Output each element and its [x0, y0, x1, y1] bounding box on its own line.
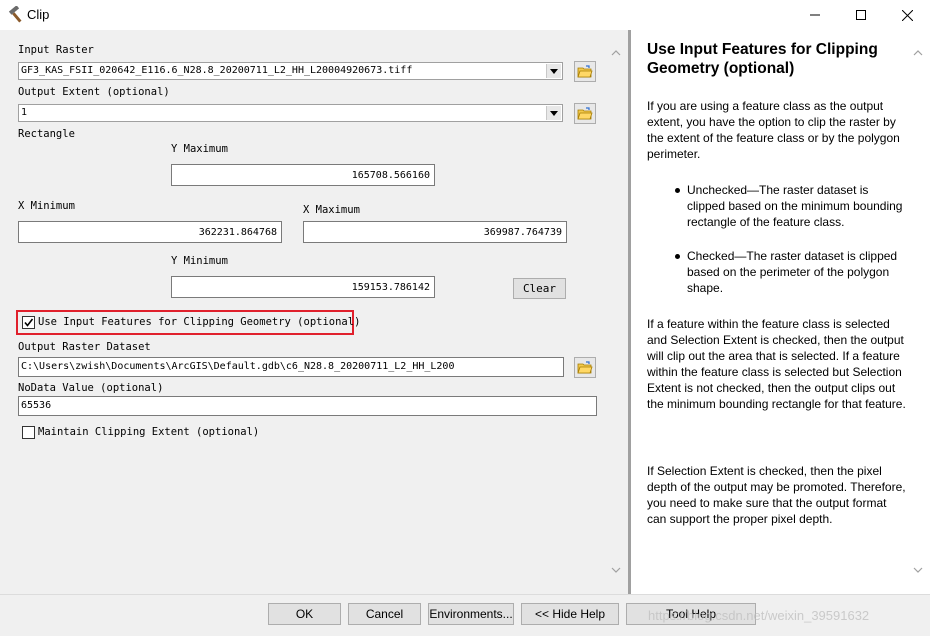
help-bullet-checked: Checked—The raster dataset is clipped ba… — [687, 249, 898, 295]
x-maximum-input[interactable]: 369987.764739 — [303, 221, 567, 243]
output-raster-browse-button[interactable] — [574, 357, 596, 378]
x-maximum-label: X Maximum — [303, 204, 360, 216]
close-icon — [901, 9, 913, 21]
output-extent-label: Output Extent (optional) — [18, 86, 170, 98]
y-maximum-label: Y Maximum — [171, 143, 228, 155]
scroll-up-button[interactable] — [609, 46, 623, 60]
bullet-icon — [675, 188, 680, 193]
help-scroll-down-button[interactable] — [911, 563, 925, 577]
input-raster-combo[interactable]: GF3_KAS_FSII_020642_E116.6_N28.8_2020071… — [18, 62, 563, 80]
help-paragraph-pixel-depth: If Selection Extent is checked, then the… — [647, 464, 906, 526]
y-minimum-input[interactable]: 159153.786142 — [171, 276, 435, 298]
nodata-value: 65536 — [21, 400, 52, 411]
output-raster-label: Output Raster Dataset — [18, 341, 151, 353]
x-maximum-value: 369987.764739 — [483, 227, 562, 238]
rectangle-label: Rectangle — [18, 128, 75, 140]
maximize-button[interactable] — [838, 0, 884, 30]
chevron-up-icon — [913, 50, 923, 56]
folder-open-icon — [577, 360, 593, 373]
input-raster-value: GF3_KAS_FSII_020642_E116.6_N28.8_2020071… — [21, 65, 413, 76]
x-minimum-input[interactable]: 362231.864768 — [18, 221, 282, 243]
help-bullet-unchecked: Unchecked—The raster dataset is clipped … — [687, 183, 903, 229]
help-title: Use Input Features for Clipping Geometry… — [647, 41, 878, 77]
minimize-icon — [810, 14, 820, 16]
help-intro: If you are using a feature class as the … — [647, 99, 900, 161]
checkmark-icon — [24, 318, 34, 327]
help-pane: Use Input Features for Clipping Geometry… — [631, 30, 930, 594]
nodata-input[interactable]: 65536 — [18, 396, 597, 416]
title-bar: Clip — [0, 0, 930, 30]
folder-open-icon — [577, 106, 593, 119]
bullet-icon — [675, 254, 680, 259]
y-maximum-input[interactable]: 165708.566160 — [171, 164, 435, 186]
hide-help-button[interactable]: << Hide Help — [521, 603, 619, 625]
output-extent-combo[interactable]: 1 — [18, 104, 563, 122]
parameters-pane: Input Raster GF3_KAS_FSII_020642_E116.6_… — [0, 30, 628, 594]
scroll-down-button[interactable] — [609, 563, 623, 577]
help-paragraph-selection: If a feature within the feature class is… — [647, 317, 906, 411]
folder-open-icon — [577, 64, 593, 77]
input-raster-browse-button[interactable] — [574, 61, 596, 82]
help-scroll-up-button[interactable] — [911, 46, 925, 60]
environments-button[interactable]: Environments... — [428, 603, 514, 625]
chevron-down-icon[interactable] — [546, 64, 561, 78]
hammer-icon — [7, 5, 25, 24]
maintain-extent-label[interactable]: Maintain Clipping Extent (optional) — [38, 426, 259, 438]
maintain-extent-checkbox[interactable] — [22, 426, 35, 439]
chevron-up-icon — [611, 50, 621, 56]
input-raster-label: Input Raster — [18, 44, 94, 56]
use-input-features-checkbox[interactable] — [22, 316, 35, 329]
y-minimum-label: Y Minimum — [171, 255, 228, 267]
ok-button[interactable]: OK — [268, 603, 341, 625]
window-title: Clip — [27, 7, 50, 22]
x-minimum-value: 362231.864768 — [198, 227, 277, 238]
y-maximum-value: 165708.566160 — [351, 170, 430, 181]
minimize-button[interactable] — [792, 0, 838, 30]
output-raster-value: C:\Users\zwish\Documents\ArcGIS\Default.… — [21, 361, 455, 372]
watermark: https://blog.csdn.net/weixin_39591632 — [648, 608, 870, 623]
chevron-down-icon — [611, 567, 621, 573]
chevron-down-icon[interactable] — [546, 106, 561, 120]
nodata-label: NoData Value (optional) — [18, 382, 164, 394]
clear-button[interactable]: Clear — [513, 278, 566, 299]
y-minimum-value: 159153.786142 — [351, 282, 430, 293]
cancel-button[interactable]: Cancel — [348, 603, 421, 625]
close-button[interactable] — [884, 0, 930, 30]
chevron-down-icon — [913, 567, 923, 573]
output-extent-browse-button[interactable] — [574, 103, 596, 124]
output-extent-value: 1 — [21, 107, 28, 118]
use-input-features-label[interactable]: Use Input Features for Clipping Geometry… — [38, 316, 360, 328]
output-raster-input[interactable]: C:\Users\zwish\Documents\ArcGIS\Default.… — [18, 357, 564, 377]
x-minimum-label: X Minimum — [18, 200, 75, 212]
maximize-icon — [856, 10, 866, 20]
